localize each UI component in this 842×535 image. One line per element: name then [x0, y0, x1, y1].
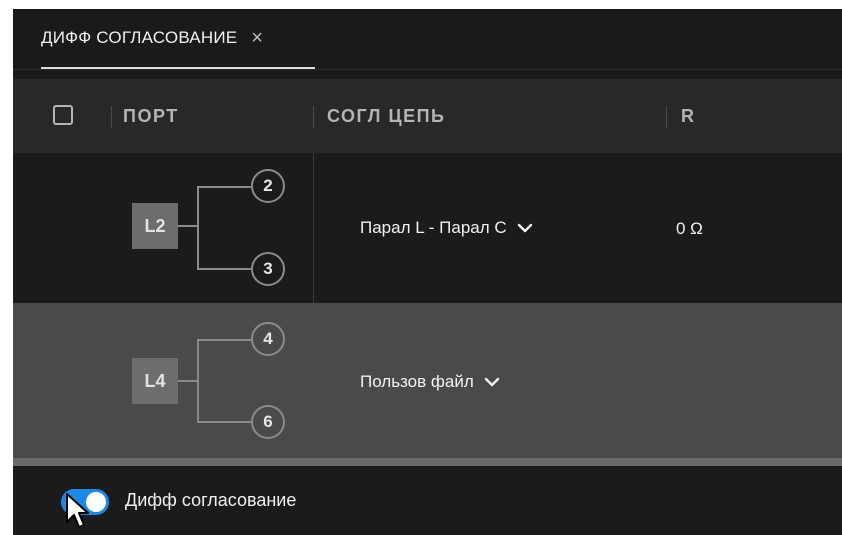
- connector-line: [178, 225, 198, 227]
- connector-line: [197, 186, 199, 270]
- tab-diff-matching[interactable]: ДИФФ СОГЛАСОВАНИЕ ×: [41, 9, 315, 69]
- connector-line: [197, 268, 251, 270]
- select-all-checkbox[interactable]: [53, 105, 73, 125]
- header-divider: [111, 106, 112, 128]
- connector-line: [197, 339, 199, 423]
- physical-port-circle: 2: [251, 169, 285, 203]
- table-header: ПОРТ СОГЛ ЦЕПЬ R: [13, 79, 842, 153]
- tab-label: ДИФФ СОГЛАСОВАНИЕ: [41, 28, 238, 47]
- physical-port-circle: 3: [251, 252, 285, 286]
- header-port: ПОРТ: [123, 105, 179, 126]
- header-circuit: СОГЛ ЦЕПЬ: [327, 105, 446, 126]
- header-r: R: [681, 105, 696, 126]
- column-divider: [313, 153, 314, 303]
- table-row-selected[interactable]: L4 4 6 Пользов файл: [13, 303, 842, 458]
- table-row[interactable]: L2 2 3 Парал L - Парал C 0 Ω: [13, 153, 842, 303]
- physical-port-circle: 4: [251, 322, 285, 356]
- panel-divider: [13, 458, 842, 466]
- logical-port-badge: L4: [132, 358, 178, 404]
- mouse-pointer-icon: [66, 493, 89, 528]
- circuit-select[interactable]: Пользов файл: [360, 369, 500, 395]
- circuit-select-value: Парал L - Парал C: [360, 218, 507, 237]
- connector-line: [178, 380, 198, 382]
- chevron-down-icon: [517, 223, 532, 233]
- close-icon[interactable]: ×: [251, 27, 263, 50]
- connector-line: [197, 186, 251, 188]
- connector-line: [197, 339, 251, 341]
- logical-port-badge: L2: [132, 203, 178, 249]
- diff-matching-toggle-label[interactable]: Дифф согласование: [125, 490, 296, 511]
- circuit-select[interactable]: Парал L - Парал C: [360, 215, 533, 241]
- diff-matching-panel: ДИФФ СОГЛАСОВАНИЕ × ПОРТ СОГЛ ЦЕПЬ R L2 …: [13, 9, 842, 535]
- header-divider: [313, 106, 314, 128]
- physical-port-circle: 6: [251, 405, 285, 439]
- chevron-down-icon: [484, 377, 499, 387]
- tab-bar: ДИФФ СОГЛАСОВАНИЕ ×: [13, 9, 842, 70]
- header-divider: [666, 106, 667, 128]
- r-value[interactable]: 0 Ω: [676, 219, 703, 239]
- circuit-select-value: Пользов файл: [360, 372, 474, 391]
- bottom-bar: Дифф согласование: [13, 466, 842, 535]
- connector-line: [197, 421, 251, 423]
